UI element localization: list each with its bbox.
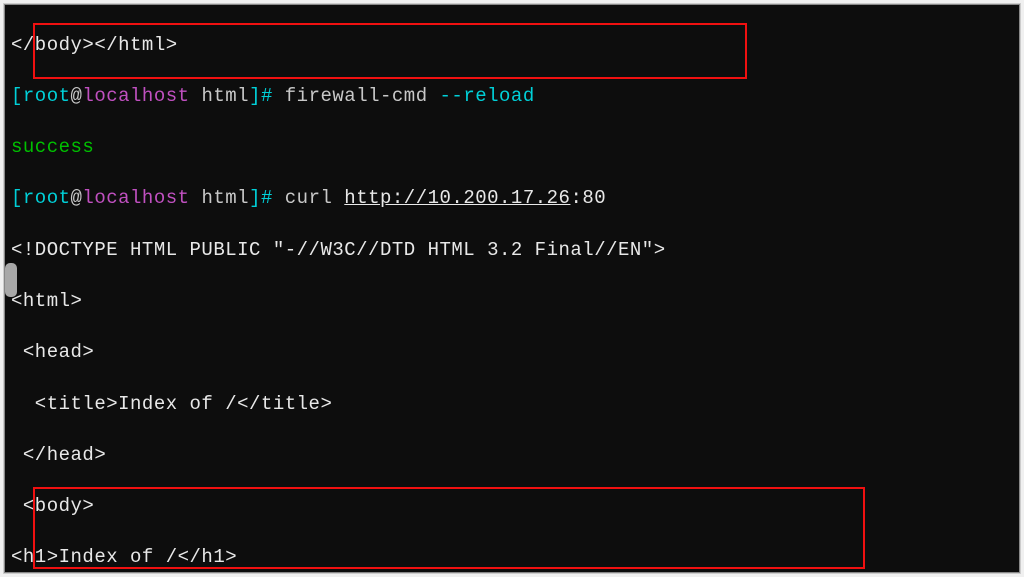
output-line: <h1>Index of /</h1> — [11, 546, 237, 568]
prompt-user: root — [23, 85, 71, 107]
output-line: <body> — [11, 495, 94, 517]
command-port: :80 — [570, 187, 606, 209]
prompt-end: ]# — [249, 85, 285, 107]
prompt-host: localhost — [82, 85, 189, 107]
output-success: success — [11, 136, 94, 158]
output-line: <head> — [11, 341, 94, 363]
terminal-output[interactable]: </body></html> [root@localhost html]# fi… — [5, 5, 1019, 573]
prompt-at: @ — [71, 85, 83, 107]
prompt-path: html — [190, 85, 250, 107]
prompt-user: root — [23, 187, 71, 209]
prompt-host: localhost — [82, 187, 189, 209]
scrollbar-thumb[interactable] — [5, 263, 17, 297]
prompt-bracket: [ — [11, 85, 23, 107]
command-url: http://10.200.17.26 — [344, 187, 570, 209]
prompt-end: ]# — [249, 187, 285, 209]
command-arg: --reload — [440, 85, 535, 107]
output-line: </body></html> — [11, 34, 178, 56]
output-line: </head> — [11, 444, 106, 466]
output-line: <title>Index of /</title> — [11, 393, 332, 415]
command-text: curl — [285, 187, 345, 209]
prompt-path: html — [190, 187, 250, 209]
prompt-bracket: [ — [11, 187, 23, 209]
output-line: <html> — [11, 290, 82, 312]
prompt-at: @ — [71, 187, 83, 209]
output-line: <!DOCTYPE HTML PUBLIC "-//W3C//DTD HTML … — [11, 239, 666, 261]
terminal-window: </body></html> [root@localhost html]# fi… — [4, 4, 1020, 573]
command-text: firewall-cmd — [285, 85, 440, 107]
